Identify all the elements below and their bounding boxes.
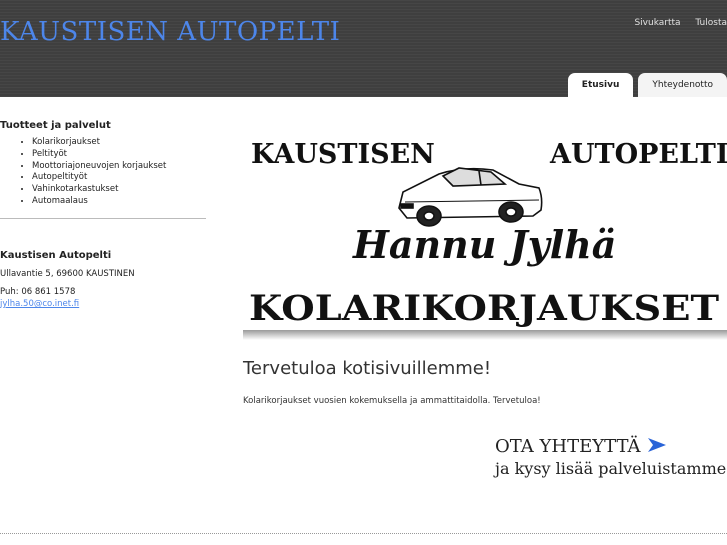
cta-title: OTA YHTEYTTÄ: [495, 436, 726, 457]
print-link[interactable]: Tulosta: [695, 18, 727, 28]
logo-service: KOLARIKORJAUKSET: [249, 288, 719, 329]
site-header: KAUSTISEN AUTOPELTI Sivukartta Tulosta E…: [0, 0, 727, 97]
logo-right-word: AUTOPELTI: [549, 139, 727, 170]
cta-title-text: OTA YHTEYTTÄ: [495, 436, 641, 457]
sidebar-item-peltityot[interactable]: Peltityöt: [32, 149, 206, 161]
company-heading: Kaustisen Autopelti: [0, 250, 112, 261]
contact-info: Kaustisen Autopelti Ullavantie 5, 69600 …: [0, 250, 206, 309]
sidebar-item-kolarikorjaukset[interactable]: Kolarikorjaukset: [32, 137, 206, 149]
contact-cta-banner[interactable]: OTA YHTEYTTÄ ja kysy lisää palveluistamm…: [495, 436, 726, 478]
products-heading: Tuotteet ja palvelut: [0, 120, 111, 131]
address-text: Ullavantie 5, 69600 KAUSTINEN: [0, 269, 135, 279]
logo-shadow: [243, 330, 727, 340]
car-illustration: [398, 167, 543, 227]
welcome-heading: Tervetuloa kotisivuillemme!: [243, 358, 492, 379]
logo-left-word: KAUSTISEN: [251, 139, 435, 170]
tab-yhteydenotto[interactable]: Yhteydenotto: [638, 73, 727, 97]
arrow-right-icon: [648, 438, 667, 452]
sidebar-item-vahinkotarkastukset[interactable]: Vahinkotarkastukset: [32, 184, 206, 196]
products-list: Kolarikorjaukset Peltityöt Moottoriajone…: [0, 137, 206, 208]
intro-text: Kolarikorjaukset vuosien kokemuksella ja…: [243, 396, 541, 406]
email-link[interactable]: jylha.50@co.inet.fi: [0, 299, 206, 309]
phone-text: Puh: 06 861 1578: [0, 287, 76, 297]
sidebar-item-autopeltityot[interactable]: Autopeltityöt: [32, 172, 206, 184]
sitemap-link[interactable]: Sivukartta: [634, 18, 680, 28]
main-nav-tabs: Etusivu Yhteydenotto: [563, 73, 727, 97]
sidebar: Tuotteet ja palvelut Kolarikorjaukset Pe…: [0, 120, 206, 208]
sidebar-divider: [0, 218, 206, 219]
footer-divider: [0, 533, 727, 534]
sidebar-item-automaalaus[interactable]: Automaalaus: [32, 196, 206, 208]
top-links: Sivukartta Tulosta: [622, 18, 727, 28]
cta-subtitle: ja kysy lisää palveluistamme: [495, 459, 727, 478]
sidebar-item-moottoriajoneuvojen-korjaukset[interactable]: Moottoriajoneuvojen korjaukset: [32, 161, 206, 173]
tab-etusivu[interactable]: Etusivu: [567, 73, 634, 97]
logo-owner-name: Hannu Jylhä: [352, 222, 616, 267]
site-title[interactable]: KAUSTISEN AUTOPELTI: [0, 17, 340, 47]
company-logo-banner: KAUSTISEN AUTOPELTI Hannu Jylhä KOLARIKO…: [243, 139, 727, 340]
